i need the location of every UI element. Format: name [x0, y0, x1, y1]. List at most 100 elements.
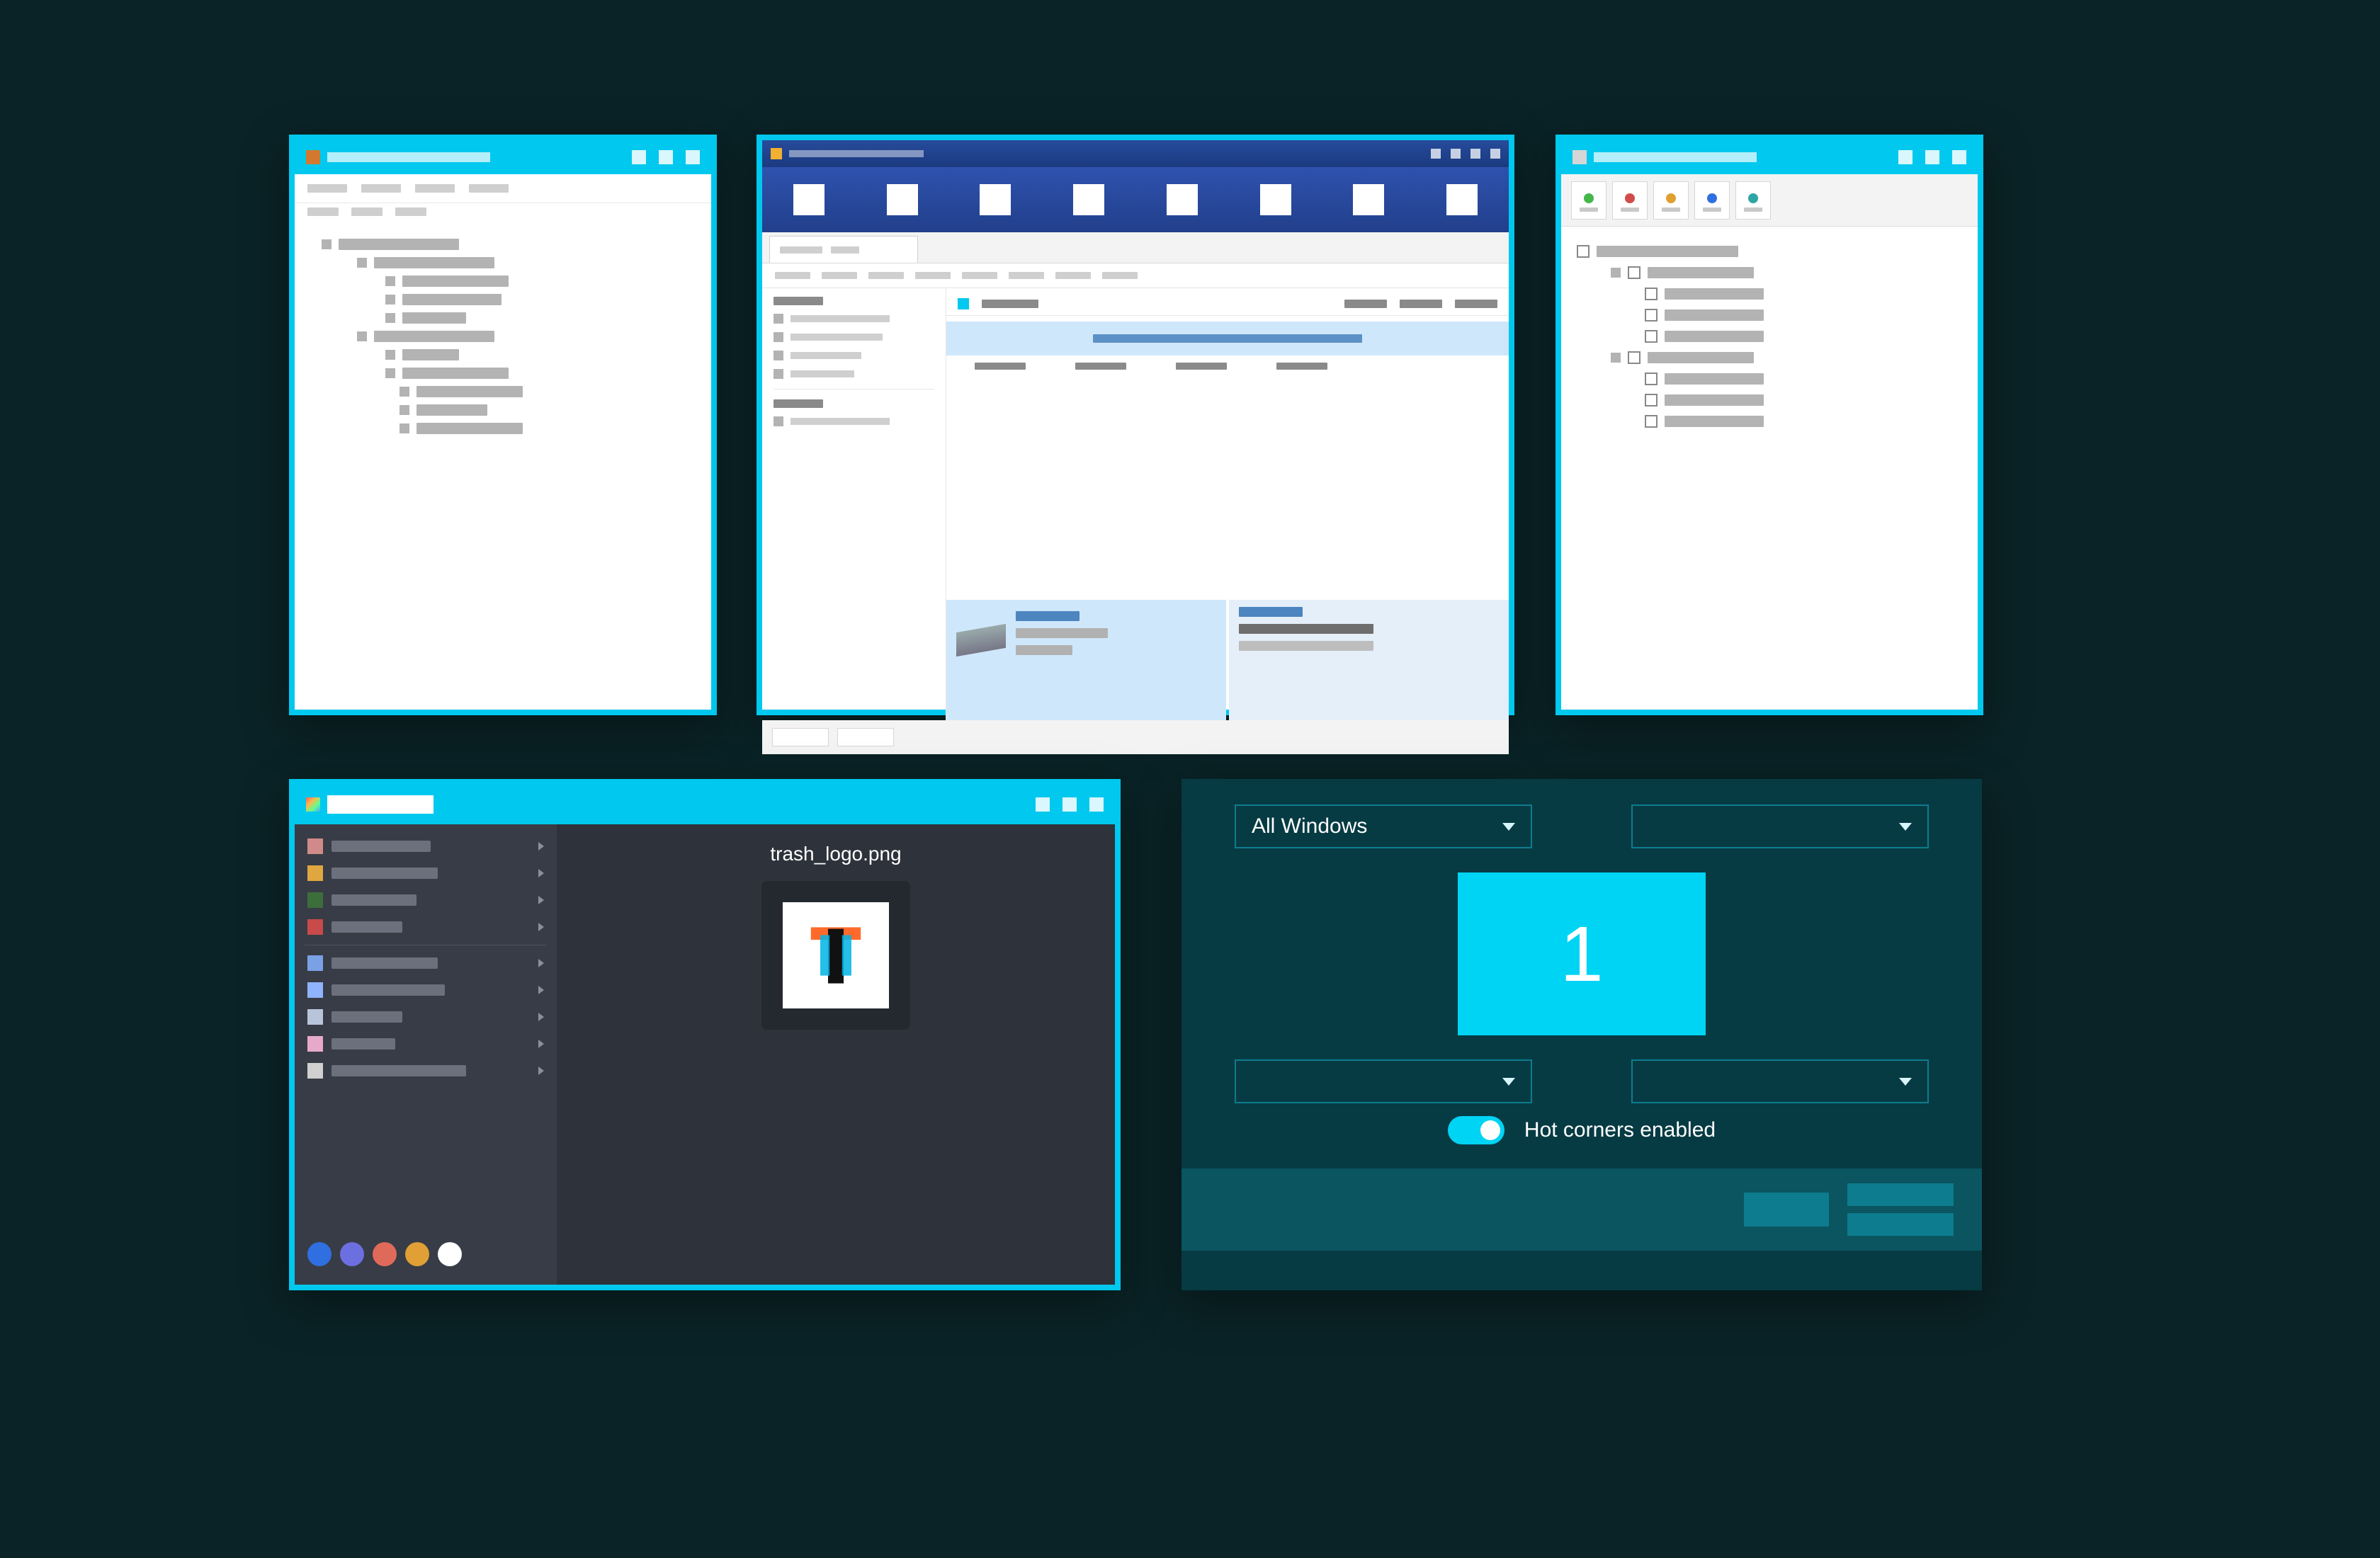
palette-dot[interactable] [373, 1242, 397, 1266]
selected-row[interactable] [946, 322, 1509, 356]
maximize-icon[interactable] [659, 150, 673, 164]
minimize-icon[interactable] [632, 150, 646, 164]
sidebar-item[interactable] [295, 1057, 557, 1084]
category-tab[interactable] [1612, 181, 1648, 220]
bottom-right-corner-select[interactable] [1631, 1059, 1929, 1103]
checkbox[interactable] [1628, 266, 1640, 279]
checkbox[interactable] [1577, 245, 1590, 258]
thumbnail-image [783, 902, 889, 1008]
chevron-right-icon [538, 986, 544, 994]
footer-button[interactable] [837, 728, 894, 746]
ribbon-button[interactable] [887, 184, 918, 215]
color-swatch-icon [307, 1063, 323, 1079]
app-icon [306, 797, 320, 812]
color-palette[interactable] [295, 1232, 557, 1276]
sidebar-item[interactable] [774, 351, 934, 360]
window-controls[interactable] [1431, 149, 1500, 159]
color-dot-icon [1707, 193, 1717, 203]
sidebar-item[interactable] [774, 332, 934, 342]
titlebar[interactable] [762, 140, 1509, 167]
workspace-number: 1 [1560, 909, 1603, 999]
top-left-corner-select[interactable]: All Windows [1235, 804, 1532, 848]
sidebar-item[interactable] [295, 1003, 557, 1030]
sidebar-item[interactable] [774, 369, 934, 379]
close-icon[interactable] [1089, 797, 1104, 812]
file-browser-window: trash_logo.png [289, 779, 1121, 1290]
palette-dot[interactable] [405, 1242, 429, 1266]
top-right-corner-select[interactable] [1631, 804, 1929, 848]
sidebar-item[interactable] [295, 914, 557, 940]
list-row[interactable] [946, 356, 1509, 377]
workspace-preview[interactable]: 1 [1458, 872, 1706, 1035]
tree-view[interactable] [295, 226, 711, 447]
checkbox[interactable] [1645, 288, 1658, 300]
footer-button[interactable] [1847, 1183, 1954, 1206]
toolbar[interactable] [295, 203, 711, 226]
category-tab[interactable] [1571, 181, 1606, 220]
checkbox[interactable] [1645, 373, 1658, 385]
ribbon-button[interactable] [1353, 184, 1384, 215]
color-swatch-icon [307, 865, 323, 881]
breadcrumb[interactable] [762, 263, 1509, 288]
checkbox[interactable] [1645, 394, 1658, 406]
minimize-icon[interactable] [1036, 797, 1050, 812]
ribbon[interactable] [762, 167, 1509, 232]
footer-button[interactable] [1847, 1213, 1954, 1236]
palette-dot[interactable] [307, 1242, 332, 1266]
thumbnail[interactable] [761, 881, 910, 1030]
sidebar-item[interactable] [295, 950, 557, 977]
hotcorners-toggle[interactable] [1448, 1116, 1504, 1144]
titlebar[interactable] [295, 140, 711, 174]
checkbox[interactable] [1628, 351, 1640, 364]
color-swatch-icon [307, 1009, 323, 1025]
menu-bar[interactable] [295, 174, 711, 203]
folder-icon [958, 298, 969, 309]
sidebar-item[interactable] [295, 887, 557, 914]
chevron-right-icon [538, 869, 544, 877]
sidebar-item[interactable] [295, 1030, 557, 1057]
category-tab[interactable] [1653, 181, 1689, 220]
footer-button[interactable] [772, 728, 829, 746]
preview-panel: trash_logo.png [557, 824, 1115, 1285]
sidebar[interactable] [762, 288, 946, 720]
column-headers[interactable] [946, 288, 1509, 316]
bottom-left-corner-select[interactable] [1235, 1059, 1532, 1103]
ribbon-button[interactable] [980, 184, 1011, 215]
titlebar[interactable] [1561, 140, 1978, 174]
chevron-down-icon [1899, 1078, 1912, 1086]
sidebar[interactable] [295, 824, 557, 1285]
close-icon[interactable] [1952, 150, 1966, 164]
category-tab[interactable] [1694, 181, 1730, 220]
close-icon[interactable] [686, 150, 700, 164]
titlebar[interactable] [295, 785, 1115, 824]
footer-button[interactable] [1744, 1193, 1829, 1227]
sidebar-item-label [332, 1065, 466, 1076]
sidebar-item[interactable] [774, 314, 934, 324]
checkbox-tree-window [1556, 135, 1983, 715]
ribbon-button[interactable] [1073, 184, 1104, 215]
ribbon-button[interactable] [793, 184, 824, 215]
tab-row[interactable] [762, 232, 1509, 263]
category-tabs[interactable] [1561, 174, 1978, 227]
minimize-icon[interactable] [1898, 150, 1912, 164]
checkbox[interactable] [1645, 330, 1658, 343]
checkbox[interactable] [1645, 309, 1658, 322]
maximize-icon[interactable] [1062, 797, 1077, 812]
category-tab[interactable] [1735, 181, 1771, 220]
palette-dot[interactable] [438, 1242, 462, 1266]
sidebar-item[interactable] [295, 977, 557, 1003]
sidebar-item[interactable] [774, 416, 934, 426]
sidebar-item[interactable] [295, 833, 557, 860]
ribbon-button[interactable] [1446, 184, 1478, 215]
sidebar-item[interactable] [295, 860, 557, 887]
maximize-icon[interactable] [1925, 150, 1939, 164]
checkbox[interactable] [1645, 415, 1658, 428]
ribbon-button[interactable] [1260, 184, 1291, 215]
tree-view[interactable] [1561, 227, 1978, 446]
color-dot-icon [1748, 193, 1758, 203]
ribbon-button[interactable] [1167, 184, 1198, 215]
palette-dot[interactable] [340, 1242, 364, 1266]
tab[interactable] [769, 236, 918, 263]
sidebar-item-label [332, 868, 438, 879]
chevron-right-icon [538, 896, 544, 904]
